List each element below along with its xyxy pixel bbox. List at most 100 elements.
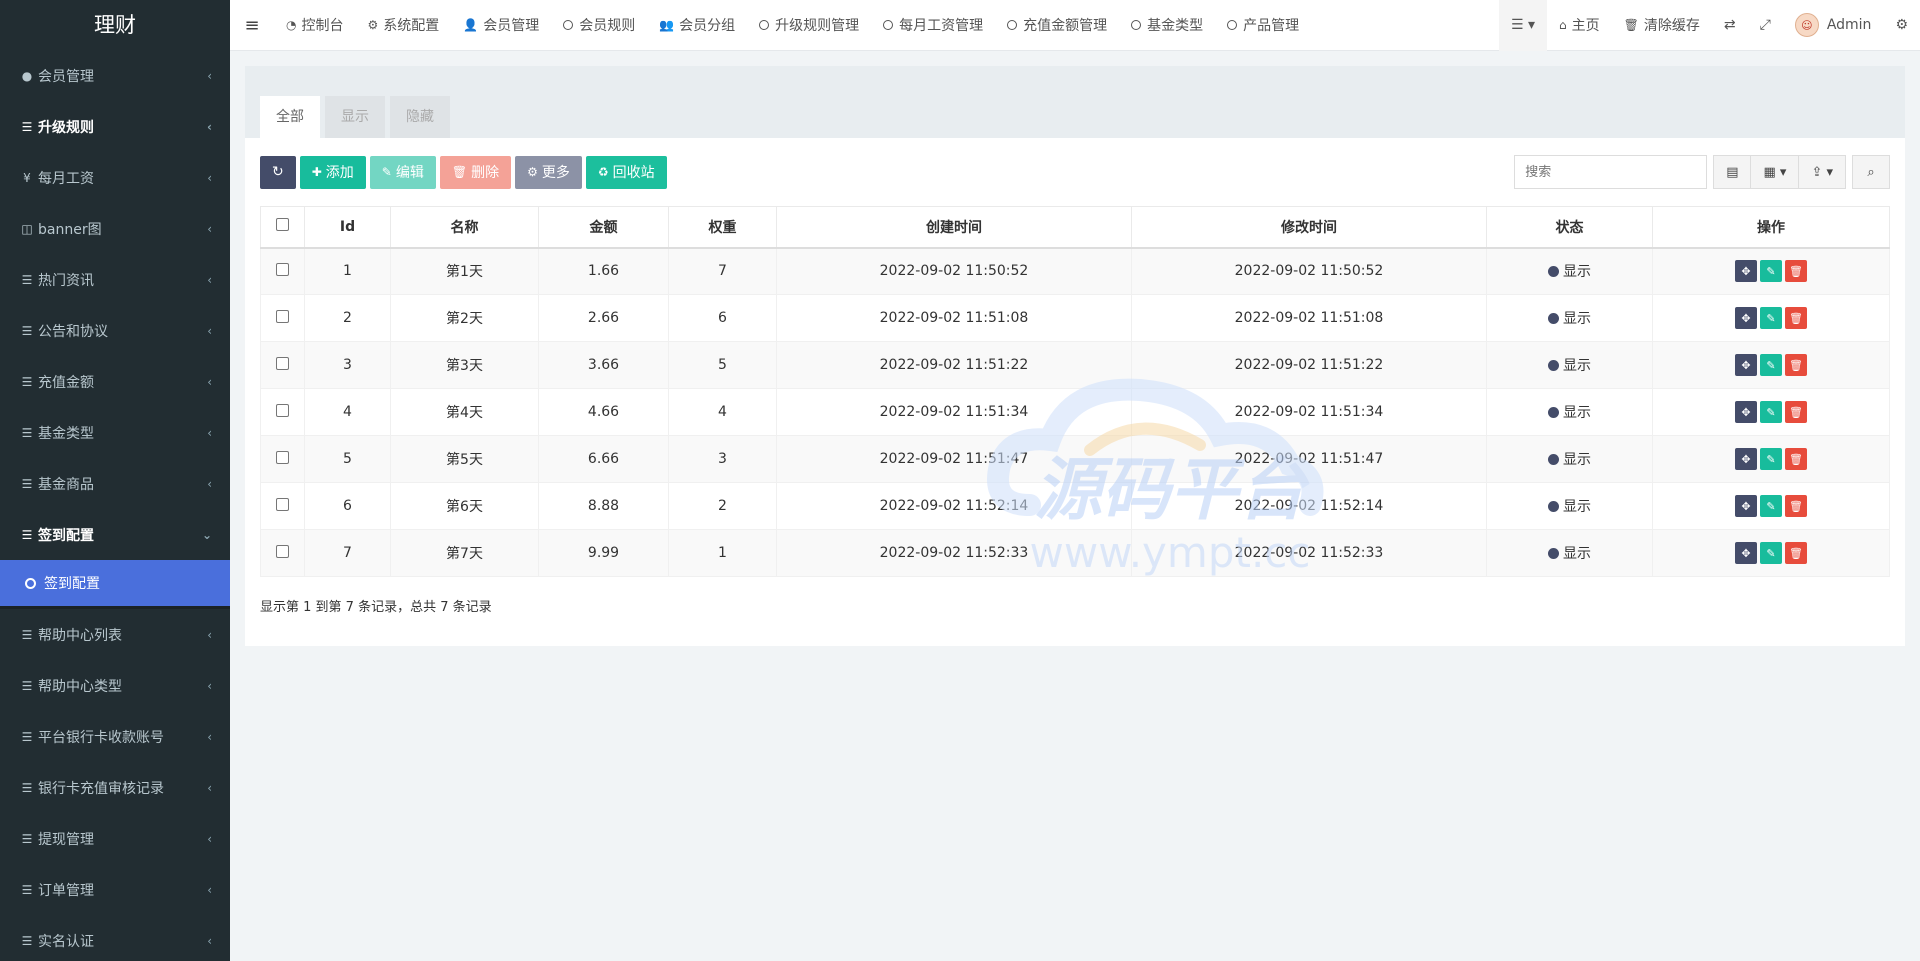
row-select-cell[interactable]	[260, 341, 305, 389]
row-delete-button[interactable]: 🗑	[1785, 542, 1807, 564]
sidebar-item[interactable]: ☰ 基金商品 ‹	[0, 458, 230, 509]
sidebar-item[interactable]: ☰ 订单管理 ‹	[0, 864, 230, 915]
sidebar-item[interactable]: ☰ 帮助中心类型 ‹	[0, 660, 230, 711]
row-checkbox[interactable]	[276, 497, 289, 511]
sidebar-item[interactable]: ☰ 基金类型 ‹	[0, 407, 230, 458]
select-all-header[interactable]	[260, 206, 305, 249]
table-row[interactable]: 6 第6天 8.88 2 2022-09-02 11:52:14 2022-09-02 1…	[260, 482, 1890, 530]
sidebar-item[interactable]: ☰ 热门资讯 ‹	[0, 254, 230, 305]
recycle-bin-button[interactable]: ♻ 回收站	[585, 155, 667, 189]
sidebar-item[interactable]: ☰ 银行卡充值审核记录 ‹	[0, 762, 230, 813]
col-status[interactable]: 状态	[1486, 206, 1653, 249]
topbar-nav-item[interactable]: 基金类型	[1119, 0, 1215, 51]
drag-sort-button[interactable]: ✥	[1735, 260, 1757, 283]
table-row[interactable]: 4 第4天 4.66 4 2022-09-02 11:51:34 2022-09-02 1…	[260, 388, 1890, 436]
drag-sort-button[interactable]: ✥	[1735, 542, 1757, 564]
drag-sort-button[interactable]: ✥	[1735, 495, 1757, 517]
drag-sort-button[interactable]: ✥	[1735, 448, 1757, 470]
row-checkbox[interactable]	[276, 309, 289, 323]
row-edit-button[interactable]: ✎	[1760, 354, 1782, 376]
sidebar-item[interactable]: ☰ 提现管理 ‹	[0, 813, 230, 864]
drag-sort-button[interactable]: ✥	[1735, 354, 1757, 376]
fullscreen-button[interactable]: ⤢	[1748, 0, 1783, 51]
drag-sort-button[interactable]: ✥	[1735, 401, 1757, 423]
tab-all[interactable]: 全部	[260, 96, 320, 138]
row-select-cell[interactable]	[260, 529, 305, 577]
table-row[interactable]: 1 第1天 1.66 7 2022-09-02 11:50:52 2022-09-02 1…	[260, 247, 1890, 295]
table-row[interactable]: 5 第5天 6.66 3 2022-09-02 11:51:47 2022-09-02 1…	[260, 435, 1890, 483]
topbar-nav-item[interactable]: ◔ 控制台	[274, 0, 355, 51]
search-button[interactable]: ⌕	[1852, 155, 1890, 189]
app-logo[interactable]: 理财	[0, 0, 230, 50]
sidebar-item[interactable]: ☰ 帮助中心列表 ‹	[0, 609, 230, 660]
sidebar-item[interactable]: ◫ banner图 ‹	[0, 203, 230, 254]
row-checkbox[interactable]	[276, 544, 289, 558]
col-name[interactable]: 名称	[390, 206, 539, 249]
row-select-cell[interactable]	[260, 388, 305, 436]
settings-button[interactable]: ⚙	[1883, 0, 1920, 51]
topbar-nav-item[interactable]: 每月工资管理	[871, 0, 995, 51]
sidebar-item[interactable]: ☰ 公告和协议 ‹	[0, 305, 230, 356]
add-button[interactable]: ✚ 添加	[299, 155, 366, 189]
export-button[interactable]: ⇪ ▾	[1799, 155, 1846, 189]
search-input[interactable]	[1514, 155, 1708, 189]
topbar-nav-item[interactable]: 会员规则	[551, 0, 647, 51]
sidebar-item-signin-config[interactable]: ☰ 签到配置 ⌄	[0, 509, 230, 560]
row-checkbox[interactable]	[276, 262, 289, 276]
col-weight[interactable]: 权重	[668, 206, 777, 249]
row-select-cell[interactable]	[260, 435, 305, 483]
delete-button[interactable]: 🗑 删除	[439, 155, 512, 189]
edit-button[interactable]: ✎ 编辑	[369, 155, 436, 189]
row-delete-button[interactable]: 🗑	[1785, 354, 1807, 376]
row-edit-button[interactable]: ✎	[1760, 495, 1782, 517]
menu-toggle-icon[interactable]: ≡	[230, 15, 274, 36]
user-menu[interactable]: ☺ Admin	[1783, 0, 1884, 51]
table-row[interactable]: 3 第3天 3.66 5 2022-09-02 11:51:22 2022-09-02 1…	[260, 341, 1890, 389]
toggle-view-button[interactable]: ▤	[1713, 155, 1752, 189]
col-id[interactable]: Id	[304, 206, 391, 249]
topbar-nav-item[interactable]: 充值金额管理	[995, 0, 1119, 51]
row-delete-button[interactable]: 🗑	[1785, 401, 1807, 423]
more-menu-button[interactable]: ☰ ▾	[1498, 0, 1548, 51]
select-all-checkbox[interactable]	[276, 218, 289, 232]
refresh-button[interactable]: ↻	[260, 155, 296, 189]
topbar-nav-item[interactable]: 升级规则管理	[747, 0, 871, 51]
row-select-cell[interactable]	[260, 482, 305, 530]
col-updated[interactable]: 修改时间	[1131, 206, 1487, 249]
row-edit-button[interactable]: ✎	[1760, 448, 1782, 470]
row-edit-button[interactable]: ✎	[1760, 542, 1782, 564]
clear-cache-button[interactable]: 🗑 清除缓存	[1612, 0, 1712, 51]
sidebar-item[interactable]: ☰ 充值金额 ‹	[0, 356, 230, 407]
row-edit-button[interactable]: ✎	[1760, 307, 1782, 329]
table-row[interactable]: 2 第2天 2.66 6 2022-09-02 11:51:08 2022-09-02 1…	[260, 294, 1890, 342]
more-button[interactable]: ⚙ 更多	[515, 155, 582, 189]
columns-button[interactable]: ▦ ▾	[1751, 155, 1800, 189]
row-delete-button[interactable]: 🗑	[1785, 448, 1807, 470]
sidebar-item[interactable]: ● 会员管理 ‹	[0, 50, 230, 101]
drag-sort-button[interactable]: ✥	[1735, 307, 1757, 329]
table-row[interactable]: 7 第7天 9.99 1 2022-09-02 11:52:33 2022-09-02 1…	[260, 529, 1890, 577]
row-delete-button[interactable]: 🗑	[1785, 307, 1807, 329]
row-checkbox[interactable]	[276, 450, 289, 464]
row-checkbox[interactable]	[276, 356, 289, 370]
row-delete-button[interactable]: 🗑	[1785, 495, 1807, 517]
sidebar-item[interactable]: ☰ 实名认证 ‹	[0, 915, 230, 961]
topbar-nav-item[interactable]: 产品管理	[1215, 0, 1311, 51]
row-edit-button[interactable]: ✎	[1760, 260, 1782, 283]
sidebar-item[interactable]: ☰ 升级规则 ‹	[0, 101, 230, 152]
sidebar-item[interactable]: ¥ 每月工资 ‹	[0, 152, 230, 203]
row-select-cell[interactable]	[260, 247, 305, 295]
topbar-nav-item[interactable]: 👥 会员分组	[647, 0, 747, 51]
sidebar-item[interactable]: ☰ 平台银行卡收款账号 ‹	[0, 711, 230, 762]
tab-hide[interactable]: 隐藏	[390, 96, 450, 138]
tab-show[interactable]: 显示	[325, 96, 385, 138]
col-created[interactable]: 创建时间	[776, 206, 1132, 249]
home-link[interactable]: ⌂ 主页	[1547, 0, 1612, 51]
translate-button[interactable]: ⇄	[1712, 0, 1748, 51]
row-checkbox[interactable]	[276, 403, 289, 417]
row-delete-button[interactable]: 🗑	[1785, 260, 1807, 283]
row-select-cell[interactable]	[260, 294, 305, 342]
topbar-nav-item[interactable]: 👤 会员管理	[451, 0, 551, 51]
col-amount[interactable]: 金额	[538, 206, 669, 249]
sidebar-subitem-signin-config[interactable]: 签到配置	[0, 560, 230, 606]
